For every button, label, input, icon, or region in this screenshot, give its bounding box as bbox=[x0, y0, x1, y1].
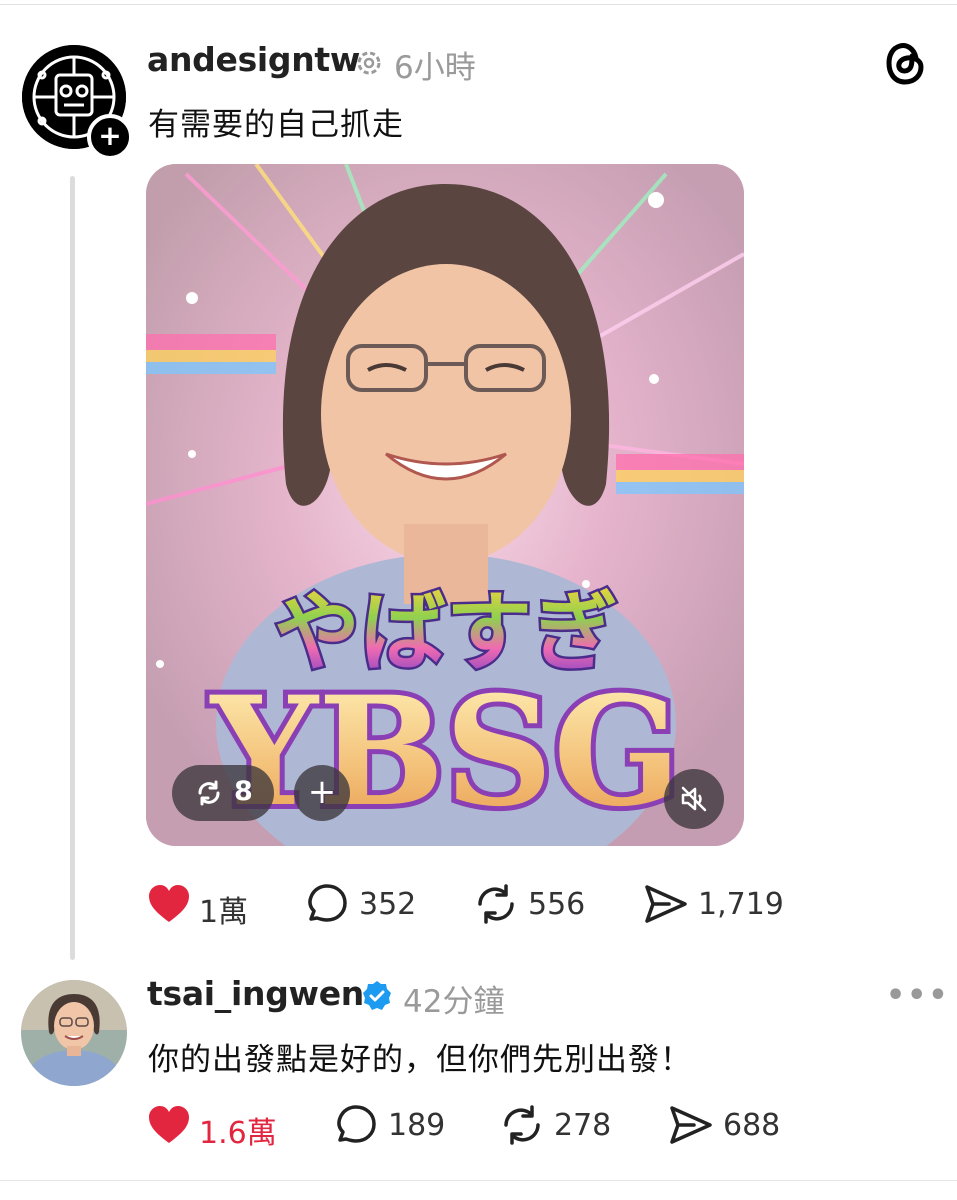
like-count: 1萬 bbox=[199, 895, 249, 930]
reply-share-count: 688 bbox=[723, 1108, 781, 1143]
threads-logo-icon[interactable] bbox=[884, 40, 926, 86]
share-icon bbox=[670, 1106, 712, 1144]
share-count: 1,719 bbox=[698, 887, 784, 922]
reply-reply-count: 189 bbox=[388, 1108, 446, 1143]
sticker-big-text: YBSG bbox=[209, 664, 681, 840]
repost-icon bbox=[504, 1105, 540, 1145]
reply-repost-count: 278 bbox=[554, 1108, 612, 1143]
reply-time: 42分鐘 bbox=[403, 984, 505, 1020]
post-time: 6小時 bbox=[394, 50, 476, 86]
avatar-tsai-ingwen[interactable] bbox=[21, 980, 127, 1086]
reply-repost-button[interactable]: 278 bbox=[500, 1104, 630, 1148]
post-username[interactable]: andesigntw bbox=[147, 40, 360, 79]
reply-share-button[interactable]: 688 bbox=[668, 1104, 798, 1148]
repost-icon bbox=[198, 780, 220, 806]
reply-text: 你的出發點是好的，但你們先別出發！ bbox=[148, 1042, 692, 1078]
comment-icon bbox=[308, 884, 347, 922]
comment-icon bbox=[337, 1105, 376, 1143]
share-icon bbox=[645, 885, 687, 923]
more-icon[interactable]: ••• bbox=[886, 978, 950, 1013]
media-repost-count: 8 bbox=[234, 776, 253, 807]
heart-icon bbox=[149, 1106, 189, 1143]
like-button[interactable]: 1萬 bbox=[147, 883, 267, 930]
reply-username[interactable]: tsai_ingwen bbox=[147, 974, 364, 1013]
repost-count: 556 bbox=[528, 887, 586, 922]
repost-icon bbox=[478, 884, 514, 924]
top-divider bbox=[0, 4, 957, 5]
reply-like-button[interactable]: 1.6萬 bbox=[147, 1104, 287, 1151]
reply-like-count: 1.6萬 bbox=[199, 1116, 277, 1151]
mute-icon bbox=[681, 786, 707, 812]
share-button[interactable]: 1,719 bbox=[643, 883, 793, 927]
verified-badge-icon bbox=[363, 981, 391, 1010]
reply-count: 352 bbox=[359, 887, 417, 922]
follow-plus-icon[interactable]: + bbox=[87, 114, 133, 160]
reply-button[interactable]: 352 bbox=[305, 883, 435, 927]
bottom-divider bbox=[0, 1180, 957, 1181]
media-add-button[interactable]: + bbox=[294, 765, 350, 821]
repost-button[interactable]: 556 bbox=[474, 883, 604, 927]
reply-reply-button[interactable]: 189 bbox=[334, 1104, 464, 1148]
post-media[interactable]: やばすぎ YBSG bbox=[146, 164, 744, 846]
mute-button[interactable] bbox=[664, 769, 724, 829]
heart-icon bbox=[149, 885, 189, 922]
post-text: 有需要的自己抓走 bbox=[148, 107, 404, 143]
pending-circle-icon bbox=[357, 51, 381, 75]
thread-line bbox=[70, 176, 75, 960]
media-repost-count-button[interactable]: 8 bbox=[172, 765, 274, 821]
